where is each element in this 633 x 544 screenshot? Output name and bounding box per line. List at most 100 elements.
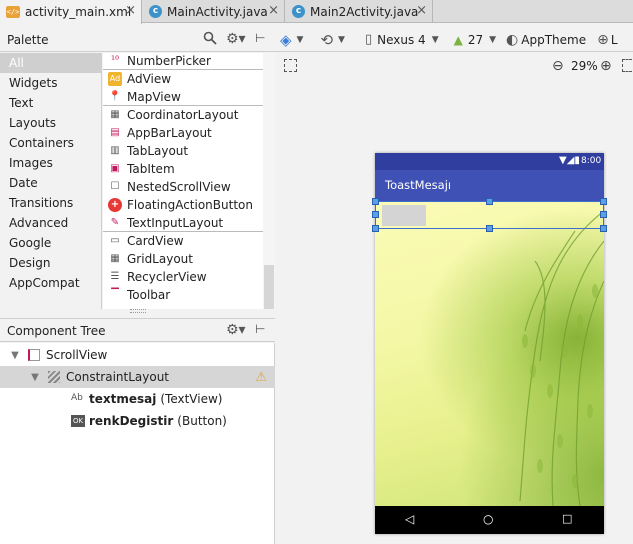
close-icon[interactable]: × <box>268 3 279 18</box>
zoom-bar: ⊖ 29% ⊕ <box>275 53 633 81</box>
category-containers[interactable]: Containers <box>0 133 101 153</box>
scroll-view-icon: ☐ <box>110 181 120 192</box>
pan-icon[interactable] <box>622 59 632 72</box>
device-label: Nexus 4 <box>377 32 426 47</box>
component-tree: ▼ ScrollView ▼ ConstraintLayout ⚠ Ab tex… <box>0 343 275 544</box>
tree-node-label: ConstraintLayout <box>66 370 170 384</box>
tree-node-label: renkDegistir <box>89 414 174 428</box>
orientation-toggle[interactable]: ⟲ ▼ <box>320 31 345 49</box>
resize-handle[interactable] <box>600 225 607 232</box>
category-advanced[interactable]: Advanced <box>0 213 101 233</box>
close-icon[interactable]: × <box>416 3 427 18</box>
palette-item-mapview[interactable]: 📍 MapView <box>103 88 263 106</box>
locale-selector[interactable]: ⊕ L <box>597 32 617 48</box>
palette-item-appbarlayout[interactable]: ▤ AppBarLayout <box>103 124 263 142</box>
hide-panel-icon[interactable]: ⊢ <box>255 322 265 336</box>
list-icon: ☰ <box>110 271 120 282</box>
tree-node-renkdegistir[interactable]: OK renkDegistir (Button) <box>0 410 275 432</box>
palette-item-numberpicker[interactable]: ¹⁰ NumberPicker <box>103 53 263 70</box>
text-input-icon: ✎ <box>110 216 120 228</box>
palette-scrollbar-thumb[interactable] <box>264 265 274 309</box>
resize-handle[interactable] <box>372 211 379 218</box>
tab-activity-main-xml[interactable]: </> activity_main.xml × <box>0 0 142 24</box>
tree-node-type: (TextView) <box>160 392 223 406</box>
palette-item-label: TextInputLayout <box>127 215 224 230</box>
tree-node-textmesaj[interactable]: Ab textmesaj (TextView) <box>0 388 275 410</box>
expand-caret-icon[interactable]: ▼ <box>8 350 22 361</box>
resize-handle[interactable] <box>600 211 607 218</box>
palette-item-tabitem[interactable]: ▣ TabItem <box>103 160 263 178</box>
tab-item-icon: ▣ <box>110 163 120 174</box>
palette-item-label: TabItem <box>127 162 175 176</box>
resize-handle[interactable] <box>372 225 379 232</box>
palette-item-adview[interactable]: Ad AdView <box>103 70 263 88</box>
zoom-in-icon[interactable]: ⊕ <box>600 58 612 74</box>
design-mode-toggle[interactable]: ◈ ▼ <box>280 31 303 49</box>
appbar-icon: ▤ <box>110 127 120 138</box>
component-tree-title: Component Tree <box>7 324 106 338</box>
palette-item-coordinatorlayout[interactable]: ▦ CoordinatorLayout <box>103 106 263 124</box>
palette-header: Palette ⚙▾ ⊢ <box>0 28 275 52</box>
category-google[interactable]: Google <box>0 233 101 253</box>
textview-icon: Ab <box>71 393 83 403</box>
palette-item-label: TabLayout <box>127 144 189 158</box>
api-level-selector[interactable]: ▲ 27 ▼ <box>454 33 496 47</box>
gear-icon[interactable]: ⚙▾ <box>226 31 246 47</box>
selected-textview-outline[interactable] <box>372 198 607 232</box>
palette-item-label: Toolbar <box>127 288 171 302</box>
layout-icon: ▦ <box>110 109 120 120</box>
resize-handle[interactable] <box>372 198 379 205</box>
category-all[interactable]: All <box>0 53 101 73</box>
close-icon[interactable]: × <box>125 3 136 18</box>
palette-item-label: CoordinatorLayout <box>127 108 239 122</box>
palette-title: Palette <box>7 33 49 47</box>
tree-node-constraintlayout[interactable]: ▼ ConstraintLayout ⚠ <box>0 366 275 388</box>
expand-caret-icon[interactable]: ▼ <box>28 372 42 383</box>
palette-item-floatingactionbutton[interactable]: + FloatingActionButton <box>103 196 263 214</box>
category-date[interactable]: Date <box>0 173 101 193</box>
category-widgets[interactable]: Widgets <box>0 73 101 93</box>
tree-node-scrollview[interactable]: ▼ ScrollView <box>0 344 275 366</box>
design-toolbar: ◈ ▼ ⟲ ▼ ▯ Nexus 4 ▼ ▲ 27 ▼ ◐ AppTheme ⊕ … <box>275 28 633 52</box>
palette-item-toolbar[interactable]: ▔ Toolbar <box>103 286 263 304</box>
palette-item-textinputlayout[interactable]: ✎ TextInputLayout <box>103 214 263 232</box>
tab-label: Main2Activity.java <box>310 4 419 19</box>
resize-handle[interactable] <box>600 198 607 205</box>
component-tree-header: Component Tree ⚙▾ ⊢ <box>0 318 275 342</box>
resize-handle[interactable] <box>486 198 493 205</box>
scrollview-icon <box>28 349 40 361</box>
theme-selector[interactable]: ◐ AppTheme <box>506 32 586 48</box>
tab-mainactivity-java[interactable]: c MainActivity.java × <box>143 0 285 23</box>
category-transitions[interactable]: Transitions <box>0 193 101 213</box>
category-appcompat[interactable]: AppCompat <box>0 273 101 293</box>
palette-item-nestedscrollview[interactable]: ☐ NestedScrollView <box>103 178 263 196</box>
category-images[interactable]: Images <box>0 153 101 173</box>
hide-panel-icon[interactable]: ⊢ <box>255 31 265 45</box>
xml-file-icon: </> <box>6 6 20 18</box>
palette-item-recyclerview[interactable]: ☰ RecyclerView <box>103 268 263 286</box>
panel-resize-grip[interactable] <box>130 309 146 313</box>
device-selector[interactable]: ▯ Nexus 4 ▼ <box>365 32 439 47</box>
phone-icon: ▯ <box>364 32 373 47</box>
gear-icon[interactable]: ⚙▾ <box>226 322 246 338</box>
tab-main2activity-java[interactable]: c Main2Activity.java × <box>286 0 433 23</box>
chevron-down-icon: ▼ <box>338 34 345 45</box>
palette-item-tablayout[interactable]: ▥ TabLayout <box>103 142 263 160</box>
palette-item-label: FloatingActionButton <box>127 198 253 212</box>
zoom-out-icon[interactable]: ⊖ <box>552 58 564 74</box>
resize-handle[interactable] <box>486 225 493 232</box>
category-text[interactable]: Text <box>0 93 101 113</box>
palette-item-gridlayout[interactable]: ▦ GridLayout <box>103 250 263 268</box>
palette-widget-list: ¹⁰ NumberPicker Ad AdView 📍 MapView ▦ Co… <box>103 53 263 309</box>
chevron-down-icon: ▼ <box>489 34 497 45</box>
card-icon: ▭ <box>110 235 120 246</box>
fit-screen-icon[interactable] <box>284 59 297 72</box>
category-design[interactable]: Design <box>0 253 101 273</box>
search-icon[interactable] <box>203 31 217 49</box>
warning-icon[interactable]: ⚠ <box>255 370 267 385</box>
palette-item-cardview[interactable]: ▭ CardView <box>103 232 263 250</box>
tab-label: activity_main.xml <box>25 5 132 19</box>
api-level-label: 27 <box>467 32 484 47</box>
category-layouts[interactable]: Layouts <box>0 113 101 133</box>
palette-item-label: MapView <box>127 89 181 104</box>
